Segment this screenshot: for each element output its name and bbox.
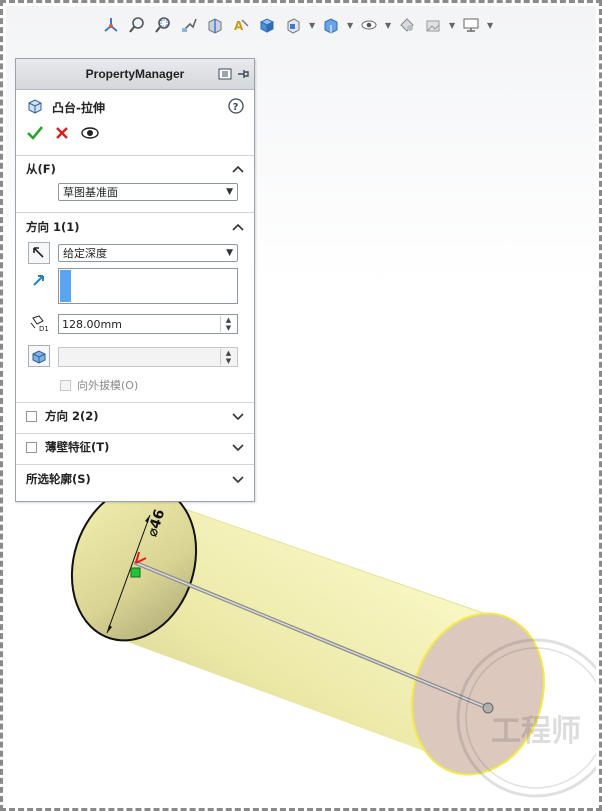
direction-vector-icon <box>31 272 47 291</box>
draft-stepper[interactable]: ▲ ▼ <box>220 349 236 365</box>
from-select[interactable]: 草图基准面 ▼ <box>58 183 238 201</box>
depth-value: 128.00mm <box>62 317 122 331</box>
divider <box>16 464 254 465</box>
draft-angle-input[interactable]: ▲ ▼ <box>58 347 238 367</box>
stepper-down-icon[interactable]: ▼ <box>221 357 236 365</box>
preview-eye-icon[interactable] <box>80 125 100 144</box>
section-direction1-header[interactable]: 方向 1(1) <box>26 217 244 237</box>
depth-d1-icon: D1 <box>29 314 51 335</box>
boss-extrude-icon <box>26 97 44 118</box>
property-manager-panel: PropertyManager 凸台-拉伸 ? 从(F) 草图基准面 ▼ 方向 … <box>15 58 255 502</box>
expand-panel-icon[interactable] <box>218 67 232 84</box>
feature-title-row: 凸台-拉伸 ? <box>26 97 244 117</box>
chevron-up-icon[interactable] <box>232 164 244 174</box>
section-thin-feature-header[interactable]: 薄壁特征(T) <box>26 437 244 457</box>
depth-stepper[interactable]: ▲ ▼ <box>220 316 236 332</box>
action-buttons <box>26 125 100 144</box>
section-direction1-label: 方向 1(1) <box>26 220 80 234</box>
chevron-down-icon[interactable] <box>232 442 244 452</box>
graphics-area[interactable]: A ▼ ▼ ▼ ▼ ▼ ⌀46 工程师 PropertyManager 凸台-拉… <box>6 6 596 805</box>
section-direction2-label: 方向 2(2) <box>45 409 99 423</box>
reverse-direction-icon <box>33 247 44 258</box>
draft-toggle-button[interactable] <box>28 345 50 367</box>
divider <box>16 212 254 213</box>
draft-outward-option[interactable]: 向外拔模(O) <box>60 377 138 393</box>
chevron-up-icon[interactable] <box>232 222 244 232</box>
draft-outward-checkbox[interactable] <box>60 379 71 391</box>
cancel-x-icon[interactable] <box>54 125 70 144</box>
help-icon[interactable]: ? <box>228 97 244 117</box>
draft-outward-label: 向外拔模(O) <box>77 379 139 392</box>
ok-checkmark-icon[interactable] <box>26 125 44 144</box>
svg-text:D1: D1 <box>39 325 49 332</box>
from-select-value: 草图基准面 <box>63 186 118 199</box>
chevron-down-icon[interactable] <box>232 411 244 421</box>
section-thin-feature-label: 薄壁特征(T) <box>45 440 110 454</box>
end-condition-select[interactable]: 给定深度 ▼ <box>58 244 238 262</box>
divider <box>16 433 254 434</box>
property-manager-header: PropertyManager <box>16 59 254 90</box>
svg-text:?: ? <box>233 102 239 113</box>
thin-feature-checkbox[interactable] <box>26 441 37 453</box>
watermark-text: 工程师 <box>491 714 581 749</box>
pin-icon[interactable] <box>236 67 250 84</box>
section-direction2-header[interactable]: 方向 2(2) <box>26 406 244 426</box>
section-from-label: 从(F) <box>26 162 56 176</box>
direction2-checkbox[interactable] <box>26 410 37 422</box>
end-condition-value: 给定深度 <box>63 247 107 260</box>
reverse-direction-button[interactable] <box>28 242 50 264</box>
section-selected-contours-label: 所选轮廓(S) <box>26 472 91 486</box>
depth-input[interactable]: 128.00mm ▲ ▼ <box>58 314 238 334</box>
chevron-down-icon[interactable] <box>232 474 244 484</box>
stepper-up-icon[interactable]: ▲ <box>221 316 236 324</box>
stepper-up-icon[interactable]: ▲ <box>221 349 236 357</box>
selection-highlight <box>60 270 71 302</box>
feature-title: 凸台-拉伸 <box>52 100 105 115</box>
section-selected-contours-header[interactable]: 所选轮廓(S) <box>26 469 244 489</box>
divider <box>16 155 254 156</box>
stepper-down-icon[interactable]: ▼ <box>221 324 236 332</box>
direction-reference-listbox[interactable] <box>58 268 238 304</box>
chevron-down-icon: ▼ <box>226 248 233 258</box>
section-from-header[interactable]: 从(F) <box>26 159 244 179</box>
chevron-down-icon: ▼ <box>226 187 233 197</box>
divider <box>16 402 254 403</box>
property-manager-title: PropertyManager <box>85 67 185 81</box>
draft-icon <box>32 350 46 364</box>
